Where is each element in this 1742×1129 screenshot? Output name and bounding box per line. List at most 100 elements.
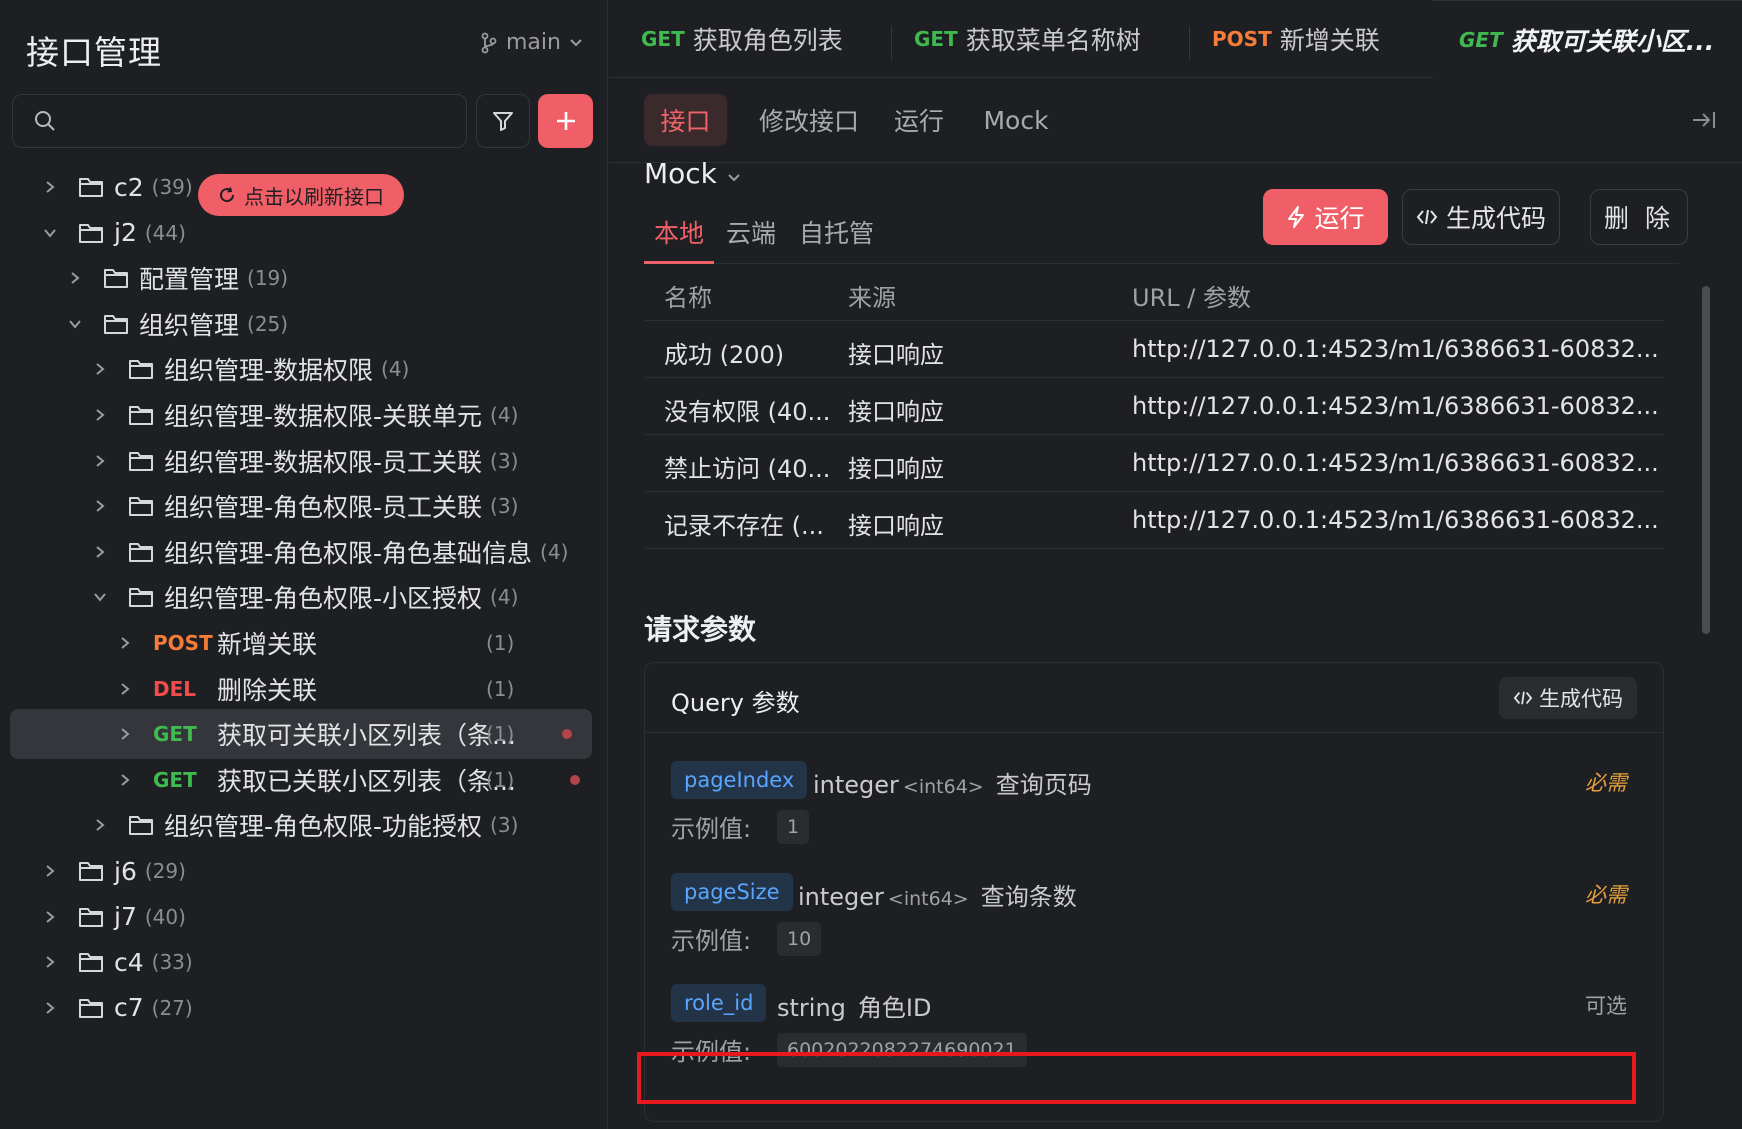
tab-label: 获取角色列表 [692,26,843,55]
chevron-right-icon[interactable] [115,724,135,744]
tab-get-role-list[interactable]: GET 获取角色列表 [609,0,889,78]
mock-tab-self-hosted[interactable]: 自托管 [799,214,874,250]
subtab-interface[interactable]: 接口 [644,94,727,146]
subtab-mock[interactable]: Mock [979,94,1053,146]
param-type: integer <int64> 查询页码 [813,765,1092,800]
required-badge: 必需 [1585,771,1627,795]
chevron-right-icon[interactable] [115,633,135,653]
tree-folder-item[interactable]: j7 (40) [0,892,600,942]
chevron-down-icon[interactable] [40,223,60,243]
chevron-right-icon[interactable] [90,542,110,562]
param-format: <int64> [887,888,969,910]
query-params-title: Query 参数 [671,689,800,717]
search-input[interactable] [69,103,449,139]
folder-icon [78,906,104,928]
param-type-name: integer [813,771,899,799]
tree-folder-item[interactable]: 组织管理-角色权限-角色基础信息 (4) [0,527,600,577]
param-name[interactable]: pageIndex [671,761,808,799]
collapse-panel-icon[interactable] [1690,106,1718,138]
generate-code-button[interactable]: 生成代码 [1402,189,1560,245]
param-description: 查询条数 [980,883,1077,911]
mock-source-cell: 接口响应 [848,455,944,483]
mock-source-cell: 接口响应 [848,398,944,426]
chevron-right-icon[interactable] [40,177,60,197]
tree-folder-item[interactable]: 组织管理-数据权限 (4) [0,344,600,394]
tab-get-menu-tree[interactable]: GET 获取菜单名称树 [882,0,1160,78]
mock-name-cell: 成功 (200) [664,341,785,369]
tree-api-item[interactable]: DEL 删除关联 (1) [0,664,600,714]
http-method-badge: GET [153,767,197,792]
run-button[interactable]: 运行 [1263,189,1388,245]
mock-url-cell[interactable]: http://127.0.0.1:4523/m1/6386631-60832..… [1132,335,1659,363]
chevron-right-icon[interactable] [115,679,135,699]
mock-url-cell[interactable]: http://127.0.0.1:4523/m1/6386631-60832..… [1132,449,1659,477]
tree-folder-item[interactable]: 组织管理-数据权限-关联单元 (4) [0,390,600,440]
folder-icon [78,860,104,882]
chevron-down-icon[interactable] [90,587,110,607]
tab-label: 新增关联 [1279,26,1380,55]
mock-name-cell: 记录不存在 (... [664,512,824,540]
mock-url-cell[interactable]: http://127.0.0.1:4523/m1/6386631-60832..… [1132,392,1659,420]
folder-icon [103,313,129,335]
sub-tabs: 接口 修改接口 运行 Mock [609,94,1742,150]
chevron-right-icon[interactable] [90,451,110,471]
folder-icon [128,814,154,836]
mock-url-cell[interactable]: http://127.0.0.1:4523/m1/6386631-60832..… [1132,506,1659,534]
table-row[interactable]: 记录不存在 (... 接口响应 http://127.0.0.1:4523/m1/6… [644,492,1664,549]
folder-icon [78,176,104,198]
tree-folder-item[interactable]: 配置管理 (19) [0,253,600,303]
chevron-right-icon[interactable] [40,952,60,972]
chevron-right-icon[interactable] [90,496,110,516]
status-dot [570,774,580,785]
tree-folder-item[interactable]: 组织管理-角色权限-小区授权 (4) [0,572,600,622]
chevron-right-icon[interactable] [115,770,135,790]
delete-button[interactable]: 删 除 [1590,189,1688,245]
param-type: integer <int64> 查询条数 [798,877,1077,912]
mock-tab-cloud[interactable]: 云端 [726,214,776,250]
tree-folder-item[interactable]: 组织管理-数据权限-员工关联 (3) [0,436,600,486]
mock-tab-local[interactable]: 本地 [654,214,704,250]
mock-section-toggle[interactable]: Mock [644,157,741,190]
tree-folder-item[interactable]: 组织管理 (25) [0,299,600,349]
tab-get-linkable-communities[interactable]: GET 获取可关联小区... [1433,0,1742,78]
tree-item-label: c7 [114,993,144,1023]
chevron-down-icon[interactable] [65,314,85,334]
chevron-right-icon[interactable] [65,268,85,288]
subtab-run[interactable]: 运行 [889,94,949,146]
refresh-interfaces-button[interactable]: 点击以刷新接口 [198,174,404,216]
chevron-right-icon[interactable] [40,907,60,927]
table-row[interactable]: 没有权限 (40... 接口响应 http://127.0.0.1:4523/m1/… [644,378,1664,435]
chevron-right-icon[interactable] [40,861,60,881]
tree-folder-item[interactable]: c7 (27) [0,983,600,1033]
chevron-right-icon[interactable] [90,359,110,379]
chevron-right-icon[interactable] [40,998,60,1018]
tree-folder-item[interactable]: 组织管理-角色权限-功能授权 (3) [0,800,600,850]
lightning-icon [1288,206,1305,228]
query-params-header: Query 参数 生成代码 [645,663,1663,733]
tree-folder-item[interactable]: 组织管理-角色权限-员工关联 (3) [0,481,600,531]
param-name[interactable]: pageSize [671,873,793,911]
folder-icon [128,404,154,426]
branch-selector[interactable]: main [480,30,583,55]
table-row[interactable]: 禁止访问 (40... 接口响应 http://127.0.0.1:4523/m1/… [644,435,1664,492]
chevron-right-icon[interactable] [90,815,110,835]
mock-name-cell: 没有权限 (40... [664,398,831,426]
table-row[interactable]: 成功 (200) 接口响应 http://127.0.0.1:4523/m1/638… [644,321,1664,378]
folder-icon [128,358,154,380]
tree-api-item[interactable]: GET 获取可关联小区列表（条... (1) [10,709,592,760]
tree-api-item[interactable]: POST 新增关联 (1) [0,618,600,668]
generate-code-label: 生成代码 [1445,204,1546,233]
add-button[interactable] [538,94,593,148]
search-box [12,94,467,148]
filter-button[interactable] [476,94,530,148]
tree-item-label: 组织管理-数据权限-员工关联 [164,447,483,477]
subtab-edit-interface[interactable]: 修改接口 [747,94,871,146]
chevron-right-icon[interactable] [90,405,110,425]
tab-post-add-link[interactable]: POST 新增关联 [1180,0,1430,78]
tree-folder-item[interactable]: c4 (33) [0,937,600,987]
vertical-scrollbar[interactable] [1702,286,1710,634]
tree-folder-item[interactable]: j6 (29) [0,846,600,896]
query-generate-code-button[interactable]: 生成代码 [1499,677,1637,719]
param-name[interactable]: role_id [671,984,767,1022]
tree-api-item[interactable]: GET 获取已关联小区列表（条... (1) [0,755,600,805]
